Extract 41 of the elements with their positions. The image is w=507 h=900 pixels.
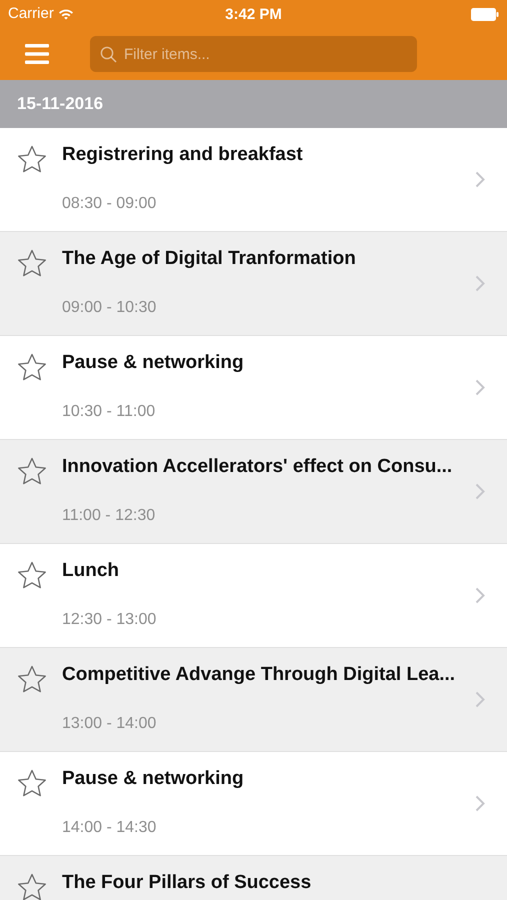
session-row[interactable]: Innovation Accellerators' effect on Consu... 11:00 - 12:30	[0, 440, 507, 544]
star-icon[interactable]	[17, 665, 47, 694]
session-row[interactable]: Competitive Advange Through Digital Lea... 13:00 - 14:00	[0, 648, 507, 752]
star-icon[interactable]	[17, 561, 47, 590]
chevron-icon	[475, 691, 485, 708]
chevron-icon	[475, 275, 485, 292]
star-icon[interactable]	[17, 769, 47, 798]
chevron-icon	[475, 379, 485, 396]
star-icon[interactable]	[17, 249, 47, 278]
session-time: 13:00 - 14:00	[62, 714, 158, 734]
battery-icon	[471, 8, 499, 20]
session-title: Pause & networking	[62, 767, 245, 791]
clock-time: 3:42 PM	[225, 6, 282, 23]
session-time: 11:00 - 12:30	[62, 506, 156, 526]
menu-button[interactable]	[24, 42, 50, 66]
session-time: 10:30 - 11:00	[62, 402, 156, 422]
star-icon[interactable]	[17, 145, 47, 174]
session-row[interactable]: The Age of Digital Tranformation 09:00 - 10:30	[0, 232, 507, 336]
session-title: The Four Pillars of Success	[62, 871, 312, 895]
search-icon	[100, 46, 117, 63]
star-icon[interactable]	[17, 353, 47, 382]
session-row[interactable]: The Four Pillars of Success	[0, 856, 507, 900]
session-title: Innovation Accellerators' effect on Consu...	[62, 455, 454, 479]
star-icon[interactable]	[17, 873, 47, 900]
date-header: 15-11-2016	[17, 93, 104, 116]
session-time: 12:30 - 13:00	[62, 610, 158, 630]
session-title: Registrering and breakfast	[62, 143, 304, 167]
chevron-icon	[475, 795, 485, 812]
star-icon[interactable]	[17, 457, 47, 486]
chevron-icon	[475, 587, 485, 604]
session-title: Competitive Advange Through Digital Lea...	[62, 663, 456, 687]
carrier-label: Carrier	[8, 4, 54, 24]
session-title: Pause & networking	[62, 351, 245, 375]
chevron-icon	[475, 171, 485, 188]
wifi-icon	[58, 8, 74, 20]
session-title: The Age of Digital Tranformation	[62, 247, 357, 271]
chevron-icon	[475, 483, 485, 500]
session-time: 14:00 - 14:30	[62, 818, 158, 838]
session-time: 09:00 - 10:30	[62, 298, 158, 318]
session-time: 08:30 - 09:00	[62, 194, 158, 214]
session-title: Lunch	[62, 559, 120, 583]
